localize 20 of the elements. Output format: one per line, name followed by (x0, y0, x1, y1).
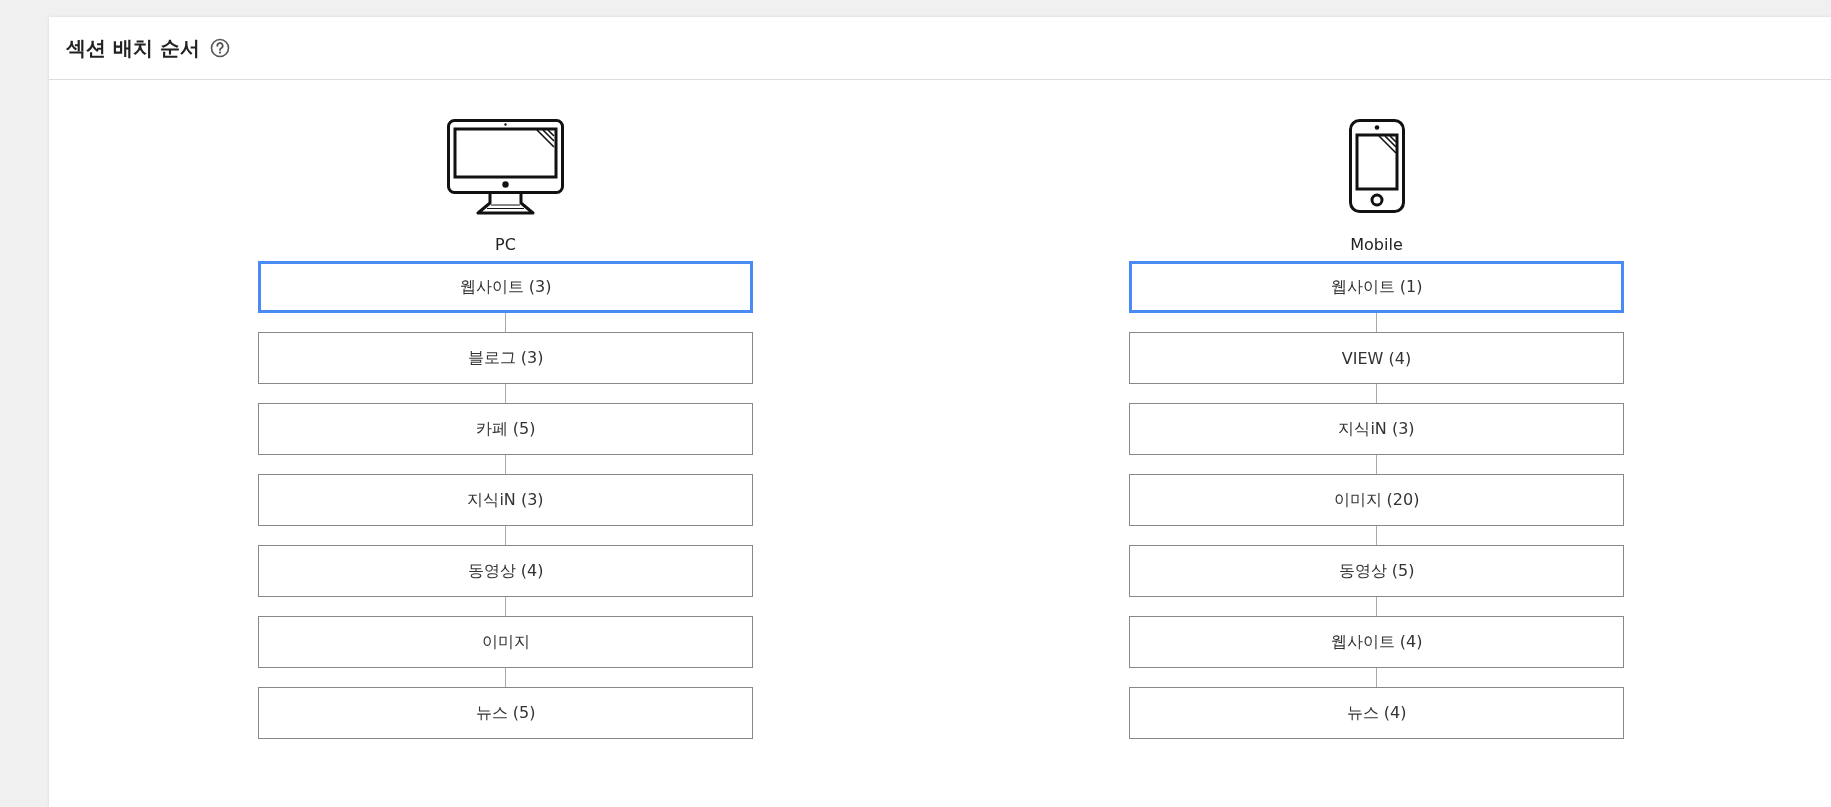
section-item[interactable]: 동영상 (4) (258, 545, 753, 597)
section-item[interactable]: VIEW (4) (1129, 332, 1624, 384)
device-label: PC (495, 235, 516, 255)
section-item[interactable]: 뉴스 (5) (258, 687, 753, 739)
section-item[interactable]: 웹사이트 (4) (1129, 616, 1624, 668)
section-title: 섹션 배치 순서 (66, 34, 200, 62)
section-item[interactable]: 지식iN (3) (258, 474, 753, 526)
section-item[interactable]: 이미지 (258, 616, 753, 668)
monitor-icon (447, 119, 564, 215)
section-item[interactable]: 블로그 (3) (258, 332, 753, 384)
section-item[interactable]: 웹사이트 (3) (258, 261, 753, 313)
section-item[interactable]: 이미지 (20) (1129, 474, 1624, 526)
section-item[interactable]: 지식iN (3) (1129, 403, 1624, 455)
section-item[interactable]: 웹사이트 (1) (1129, 261, 1624, 313)
help-icon[interactable] (209, 38, 230, 58)
section-item[interactable]: 뉴스 (4) (1129, 687, 1624, 739)
section-item[interactable]: 카페 (5) (258, 403, 753, 455)
device-label: Mobile (1350, 235, 1403, 255)
section-item[interactable]: 동영상 (5) (1129, 545, 1624, 597)
smartphone-icon (1348, 119, 1405, 213)
